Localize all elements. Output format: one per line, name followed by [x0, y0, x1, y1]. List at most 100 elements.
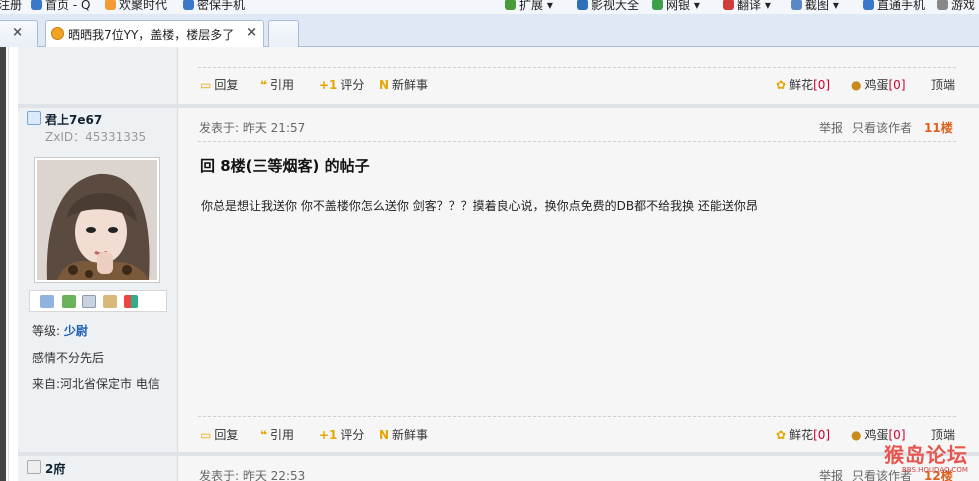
egg-count: [0] [888, 78, 906, 92]
fresh-label: 新鲜事 [392, 428, 429, 442]
qq-icon [31, 0, 42, 10]
only-author-link[interactable]: 只看该作者 [852, 119, 912, 136]
tab-title: 晒晒我7位YY，盖楼，楼层多了 [68, 28, 235, 42]
post-title: 回 8楼(三等烟客) 的帖子 [200, 157, 370, 175]
toolbar-translate[interactable]: 翻译 ▾ [723, 0, 771, 12]
flower-label: 鲜花 [789, 78, 814, 92]
flower-icon: ✿ [776, 428, 787, 442]
divider [198, 67, 956, 68]
tab-bar: × 晒晒我7位YY，盖楼，楼层多了 × [0, 14, 979, 48]
flower-button[interactable]: ✿ 鲜花[0] [776, 426, 830, 444]
search-icon[interactable] [82, 295, 96, 308]
close-icon[interactable]: × [246, 25, 257, 40]
username[interactable]: 2府 [45, 460, 65, 477]
flower-button[interactable]: ✿ 鲜花[0] [776, 76, 830, 94]
chevron-down-icon: ▾ [546, 0, 553, 12]
divider [198, 416, 956, 417]
rate-button[interactable]: +1 评分 [319, 426, 364, 444]
egg-label: 鸡蛋 [864, 78, 889, 92]
flower-count: [0] [813, 428, 831, 442]
blocks-icon[interactable] [124, 295, 138, 308]
reply-label: 回复 [214, 428, 239, 442]
profile-card-icon[interactable] [103, 295, 117, 308]
bookmark-label: 影视大全 [591, 0, 640, 12]
bookmark-label: 首页 - Q [45, 0, 91, 12]
extension-icon [505, 0, 516, 10]
post-time: 发表于: 昨天 21:57 [199, 121, 306, 135]
post-actions-bottom: ▭ 回复 ❝ 引用 +1 评分 N 新鲜事 ✿ 鲜花[0] ● 鸡蛋[0] 顶端 [198, 426, 956, 444]
scissors-icon [791, 0, 802, 10]
top-link[interactable]: 顶端 [931, 76, 955, 94]
chevron-down-icon: ▾ [764, 0, 771, 12]
bookmark-label: 欢聚时代 [119, 0, 168, 12]
quote-button[interactable]: ❝ 引用 [260, 426, 294, 444]
toolbar-video[interactable]: 影视大全 [577, 0, 639, 12]
post-actions-top: ▭ 回复 ❝ 引用 +1 评分 N 新鲜事 ✿ 鲜花[0] ● 鸡蛋[0] 顶端 [198, 76, 956, 94]
left-edge-shadow [0, 47, 6, 481]
egg-icon: ● [851, 428, 862, 442]
quote-label: 引用 [270, 78, 295, 92]
mail-icon[interactable] [40, 295, 54, 308]
rate-label: 评分 [340, 78, 365, 92]
report-link[interactable]: 举报 [819, 119, 843, 136]
left-edge [0, 47, 9, 481]
report-link[interactable]: 举报 [819, 467, 843, 481]
new-tab-button[interactable] [268, 20, 299, 47]
user-icon [27, 460, 41, 474]
fresh-label: 新鲜事 [392, 78, 429, 92]
bookmark-label: 截图 [805, 0, 830, 12]
site-watermark-url: BBS.HOUDAO.COM [902, 466, 968, 474]
reply-button[interactable]: ▭ 回复 [200, 426, 238, 444]
user-signature: 感情不分先后 [32, 351, 105, 365]
bookmark-label: 直通手机 [877, 0, 926, 12]
tab-previous[interactable]: × [0, 20, 38, 47]
avatar[interactable] [34, 157, 160, 283]
bookmark-register[interactable]: 注册 [0, 0, 22, 12]
user-level: 等级: 少尉 [32, 322, 88, 339]
reply-icon: ▭ [200, 428, 212, 442]
post-separator [18, 104, 979, 108]
username[interactable]: 君上7e67 [45, 111, 102, 128]
reply-button[interactable]: ▭ 回复 [200, 76, 238, 94]
post-time: 发表于: 昨天 22:53 [199, 469, 306, 481]
toolbar-phone[interactable]: 直通手机 [863, 0, 925, 12]
flower-label: 鲜花 [789, 428, 814, 442]
post-body: 你总是想让我送你 你不盖楼你怎么送你 剑客？？？摸着良心说，换你点免费的DB都不… [201, 199, 758, 213]
bookmark-qq-home[interactable]: 首页 - Q [31, 0, 90, 12]
plus-one-icon: +1 [319, 78, 338, 92]
close-icon[interactable]: × [12, 25, 23, 40]
toolbar-game[interactable]: 游戏 [937, 0, 975, 12]
rate-label: 评分 [340, 428, 365, 442]
toolbar-bank[interactable]: 网银 ▾ [652, 0, 700, 12]
bank-icon [652, 0, 663, 10]
news-icon: N [379, 428, 390, 442]
fresh-button[interactable]: N 新鲜事 [379, 426, 428, 444]
bookmark-label: 游戏 [951, 0, 976, 12]
tab-active[interactable]: 晒晒我7位YY，盖楼，楼层多了 × [45, 20, 264, 48]
site-watermark: 猴岛论坛 [884, 443, 968, 467]
fresh-button[interactable]: N 新鲜事 [379, 76, 428, 94]
toolbar-extension[interactable]: 扩展 ▾ [505, 0, 553, 12]
quote-icon: ❝ [260, 78, 268, 92]
floor-number[interactable]: 11楼 [924, 119, 953, 136]
rate-button[interactable]: +1 评分 [319, 76, 364, 94]
bookmark-mibao[interactable]: 密保手机 [183, 0, 245, 12]
post-separator [18, 452, 979, 456]
reply-label: 回复 [214, 78, 239, 92]
egg-icon: ● [851, 78, 862, 92]
chevron-down-icon: ▾ [693, 0, 700, 12]
bookmark-label: 网银 [666, 0, 691, 12]
bookmarks-bar: 注册 首页 - Q 欢聚时代 密保手机 扩展 ▾ 影视大全 网银 ▾ 翻译 ▾ … [0, 0, 979, 14]
avatar-illustration [37, 160, 157, 280]
post-area: ▭ 回复 ❝ 引用 +1 评分 N 新鲜事 ✿ 鲜花[0] ● 鸡蛋[0] 顶端 君上7e6… [18, 47, 979, 481]
add-friend-icon[interactable] [62, 295, 76, 308]
toolbar-screenshot[interactable]: 截图 ▾ [791, 0, 839, 12]
level-label: 等级: [32, 324, 61, 338]
zxid: ZxID：45331335 [45, 130, 147, 144]
bookmark-yy[interactable]: 欢聚时代 [105, 0, 167, 12]
level-value: 少尉 [63, 324, 88, 338]
egg-button[interactable]: ● 鸡蛋[0] [851, 76, 906, 94]
bookmark-label: 注册 [0, 0, 23, 12]
yy-icon [105, 0, 116, 10]
quote-button[interactable]: ❝ 引用 [260, 76, 294, 94]
